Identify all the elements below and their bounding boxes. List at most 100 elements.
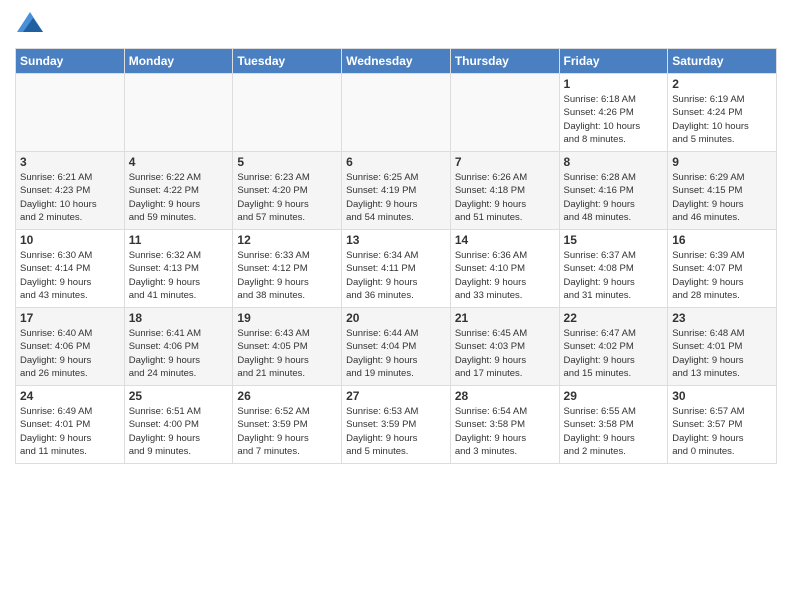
day-info: Sunrise: 6:37 AMSunset: 4:08 PMDaylight:…: [564, 249, 664, 302]
day-number: 12: [237, 233, 337, 247]
day-info: Sunrise: 6:57 AMSunset: 3:57 PMDaylight:…: [672, 405, 772, 458]
header: [15, 10, 777, 40]
calendar-cell: 23 Sunrise: 6:48 AMSunset: 4:01 PMDayligh…: [668, 308, 777, 386]
day-number: 15: [564, 233, 664, 247]
day-number: 5: [237, 155, 337, 169]
week-row-3: 10 Sunrise: 6:30 AMSunset: 4:14 PMDayligh…: [16, 230, 777, 308]
day-number: 19: [237, 311, 337, 325]
week-row-5: 24 Sunrise: 6:49 AMSunset: 4:01 PMDayligh…: [16, 386, 777, 464]
day-number: 27: [346, 389, 446, 403]
calendar-cell: 26 Sunrise: 6:52 AMSunset: 3:59 PMDayligh…: [233, 386, 342, 464]
day-info: Sunrise: 6:22 AMSunset: 4:22 PMDaylight:…: [129, 171, 229, 224]
day-info: Sunrise: 6:41 AMSunset: 4:06 PMDaylight:…: [129, 327, 229, 380]
day-info: Sunrise: 6:33 AMSunset: 4:12 PMDaylight:…: [237, 249, 337, 302]
week-row-2: 3 Sunrise: 6:21 AMSunset: 4:23 PMDaylight…: [16, 152, 777, 230]
calendar-cell: 6Sunrise: 6:25 AMSunset: 4:19 PMDaylight…: [342, 152, 451, 230]
weekday-header-thursday: Thursday: [450, 49, 559, 74]
weekday-header-monday: Monday: [124, 49, 233, 74]
calendar-cell: 4 Sunrise: 6:22 AMSunset: 4:22 PMDaylight…: [124, 152, 233, 230]
calendar-cell: 30Sunrise: 6:57 AMSunset: 3:57 PMDayligh…: [668, 386, 777, 464]
day-number: 16: [672, 233, 772, 247]
day-info: Sunrise: 6:53 AMSunset: 3:59 PMDaylight:…: [346, 405, 446, 458]
calendar-cell: 15 Sunrise: 6:37 AMSunset: 4:08 PMDayligh…: [559, 230, 668, 308]
weekday-header-tuesday: Tuesday: [233, 49, 342, 74]
day-info: Sunrise: 6:18 AMSunset: 4:26 PMDaylight:…: [564, 93, 664, 146]
calendar-cell: 9 Sunrise: 6:29 AMSunset: 4:15 PMDaylight…: [668, 152, 777, 230]
day-info: Sunrise: 6:28 AMSunset: 4:16 PMDaylight:…: [564, 171, 664, 224]
day-number: 4: [129, 155, 229, 169]
day-info: Sunrise: 6:29 AMSunset: 4:15 PMDaylight:…: [672, 171, 772, 224]
calendar-cell: 18 Sunrise: 6:41 AMSunset: 4:06 PMDayligh…: [124, 308, 233, 386]
day-number: 22: [564, 311, 664, 325]
calendar-cell: 7 Sunrise: 6:26 AMSunset: 4:18 PMDaylight…: [450, 152, 559, 230]
calendar-cell: 12 Sunrise: 6:33 AMSunset: 4:12 PMDayligh…: [233, 230, 342, 308]
day-info: Sunrise: 6:49 AMSunset: 4:01 PMDaylight:…: [20, 405, 120, 458]
calendar-cell: 27 Sunrise: 6:53 AMSunset: 3:59 PMDayligh…: [342, 386, 451, 464]
day-info: Sunrise: 6:43 AMSunset: 4:05 PMDaylight:…: [237, 327, 337, 380]
calendar-cell: [16, 74, 125, 152]
weekday-header-wednesday: Wednesday: [342, 49, 451, 74]
day-number: 8: [564, 155, 664, 169]
calendar-cell: 1 Sunrise: 6:18 AMSunset: 4:26 PMDaylight…: [559, 74, 668, 152]
calendar-cell: 25Sunrise: 6:51 AMSunset: 4:00 PMDayligh…: [124, 386, 233, 464]
day-info: Sunrise: 6:54 AMSunset: 3:58 PMDaylight:…: [455, 405, 555, 458]
calendar-table: SundayMondayTuesdayWednesdayThursdayFrid…: [15, 48, 777, 464]
calendar-cell: 24 Sunrise: 6:49 AMSunset: 4:01 PMDayligh…: [16, 386, 125, 464]
day-number: 20: [346, 311, 446, 325]
calendar-cell: 2 Sunrise: 6:19 AMSunset: 4:24 PMDaylight…: [668, 74, 777, 152]
week-row-1: 1 Sunrise: 6:18 AMSunset: 4:26 PMDaylight…: [16, 74, 777, 152]
day-number: 26: [237, 389, 337, 403]
day-info: Sunrise: 6:30 AMSunset: 4:14 PMDaylight:…: [20, 249, 120, 302]
day-info: Sunrise: 6:40 AMSunset: 4:06 PMDaylight:…: [20, 327, 120, 380]
calendar-cell: 10 Sunrise: 6:30 AMSunset: 4:14 PMDayligh…: [16, 230, 125, 308]
day-info: Sunrise: 6:39 AMSunset: 4:07 PMDaylight:…: [672, 249, 772, 302]
calendar-cell: [342, 74, 451, 152]
day-number: 17: [20, 311, 120, 325]
calendar-cell: 3 Sunrise: 6:21 AMSunset: 4:23 PMDaylight…: [16, 152, 125, 230]
calendar-cell: 28Sunrise: 6:54 AMSunset: 3:58 PMDayligh…: [450, 386, 559, 464]
week-row-4: 17 Sunrise: 6:40 AMSunset: 4:06 PMDayligh…: [16, 308, 777, 386]
weekday-header-saturday: Saturday: [668, 49, 777, 74]
calendar-cell: 21Sunrise: 6:45 AMSunset: 4:03 PMDayligh…: [450, 308, 559, 386]
page-container: SundayMondayTuesdayWednesdayThursdayFrid…: [0, 0, 792, 612]
day-info: Sunrise: 6:26 AMSunset: 4:18 PMDaylight:…: [455, 171, 555, 224]
calendar-cell: 16 Sunrise: 6:39 AMSunset: 4:07 PMDayligh…: [668, 230, 777, 308]
day-number: 23: [672, 311, 772, 325]
weekday-header-friday: Friday: [559, 49, 668, 74]
day-info: Sunrise: 6:19 AMSunset: 4:24 PMDaylight:…: [672, 93, 772, 146]
calendar-cell: 14Sunrise: 6:36 AMSunset: 4:10 PMDayligh…: [450, 230, 559, 308]
day-number: 3: [20, 155, 120, 169]
weekday-header-row: SundayMondayTuesdayWednesdayThursdayFrid…: [16, 49, 777, 74]
calendar-cell: 29Sunrise: 6:55 AMSunset: 3:58 PMDayligh…: [559, 386, 668, 464]
calendar-cell: 22 Sunrise: 6:47 AMSunset: 4:02 PMDayligh…: [559, 308, 668, 386]
day-info: Sunrise: 6:36 AMSunset: 4:10 PMDaylight:…: [455, 249, 555, 302]
day-info: Sunrise: 6:52 AMSunset: 3:59 PMDaylight:…: [237, 405, 337, 458]
day-info: Sunrise: 6:55 AMSunset: 3:58 PMDaylight:…: [564, 405, 664, 458]
day-info: Sunrise: 6:47 AMSunset: 4:02 PMDaylight:…: [564, 327, 664, 380]
day-info: Sunrise: 6:23 AMSunset: 4:20 PMDaylight:…: [237, 171, 337, 224]
day-number: 13: [346, 233, 446, 247]
calendar-cell: 5 Sunrise: 6:23 AMSunset: 4:20 PMDaylight…: [233, 152, 342, 230]
calendar-cell: 19 Sunrise: 6:43 AMSunset: 4:05 PMDayligh…: [233, 308, 342, 386]
logo: [15, 10, 49, 40]
calendar-cell: [124, 74, 233, 152]
day-number: 18: [129, 311, 229, 325]
calendar-cell: 13 Sunrise: 6:34 AMSunset: 4:11 PMDayligh…: [342, 230, 451, 308]
day-number: 6: [346, 155, 446, 169]
calendar-cell: 11 Sunrise: 6:32 AMSunset: 4:13 PMDayligh…: [124, 230, 233, 308]
day-number: 9: [672, 155, 772, 169]
day-number: 7: [455, 155, 555, 169]
day-number: 2: [672, 77, 772, 91]
day-info: Sunrise: 6:44 AMSunset: 4:04 PMDaylight:…: [346, 327, 446, 380]
day-info: Sunrise: 6:48 AMSunset: 4:01 PMDaylight:…: [672, 327, 772, 380]
day-number: 21: [455, 311, 555, 325]
day-info: Sunrise: 6:21 AMSunset: 4:23 PMDaylight:…: [20, 171, 120, 224]
day-number: 25: [129, 389, 229, 403]
day-number: 10: [20, 233, 120, 247]
day-info: Sunrise: 6:32 AMSunset: 4:13 PMDaylight:…: [129, 249, 229, 302]
day-info: Sunrise: 6:34 AMSunset: 4:11 PMDaylight:…: [346, 249, 446, 302]
day-number: 1: [564, 77, 664, 91]
day-number: 11: [129, 233, 229, 247]
day-number: 24: [20, 389, 120, 403]
calendar-cell: [233, 74, 342, 152]
